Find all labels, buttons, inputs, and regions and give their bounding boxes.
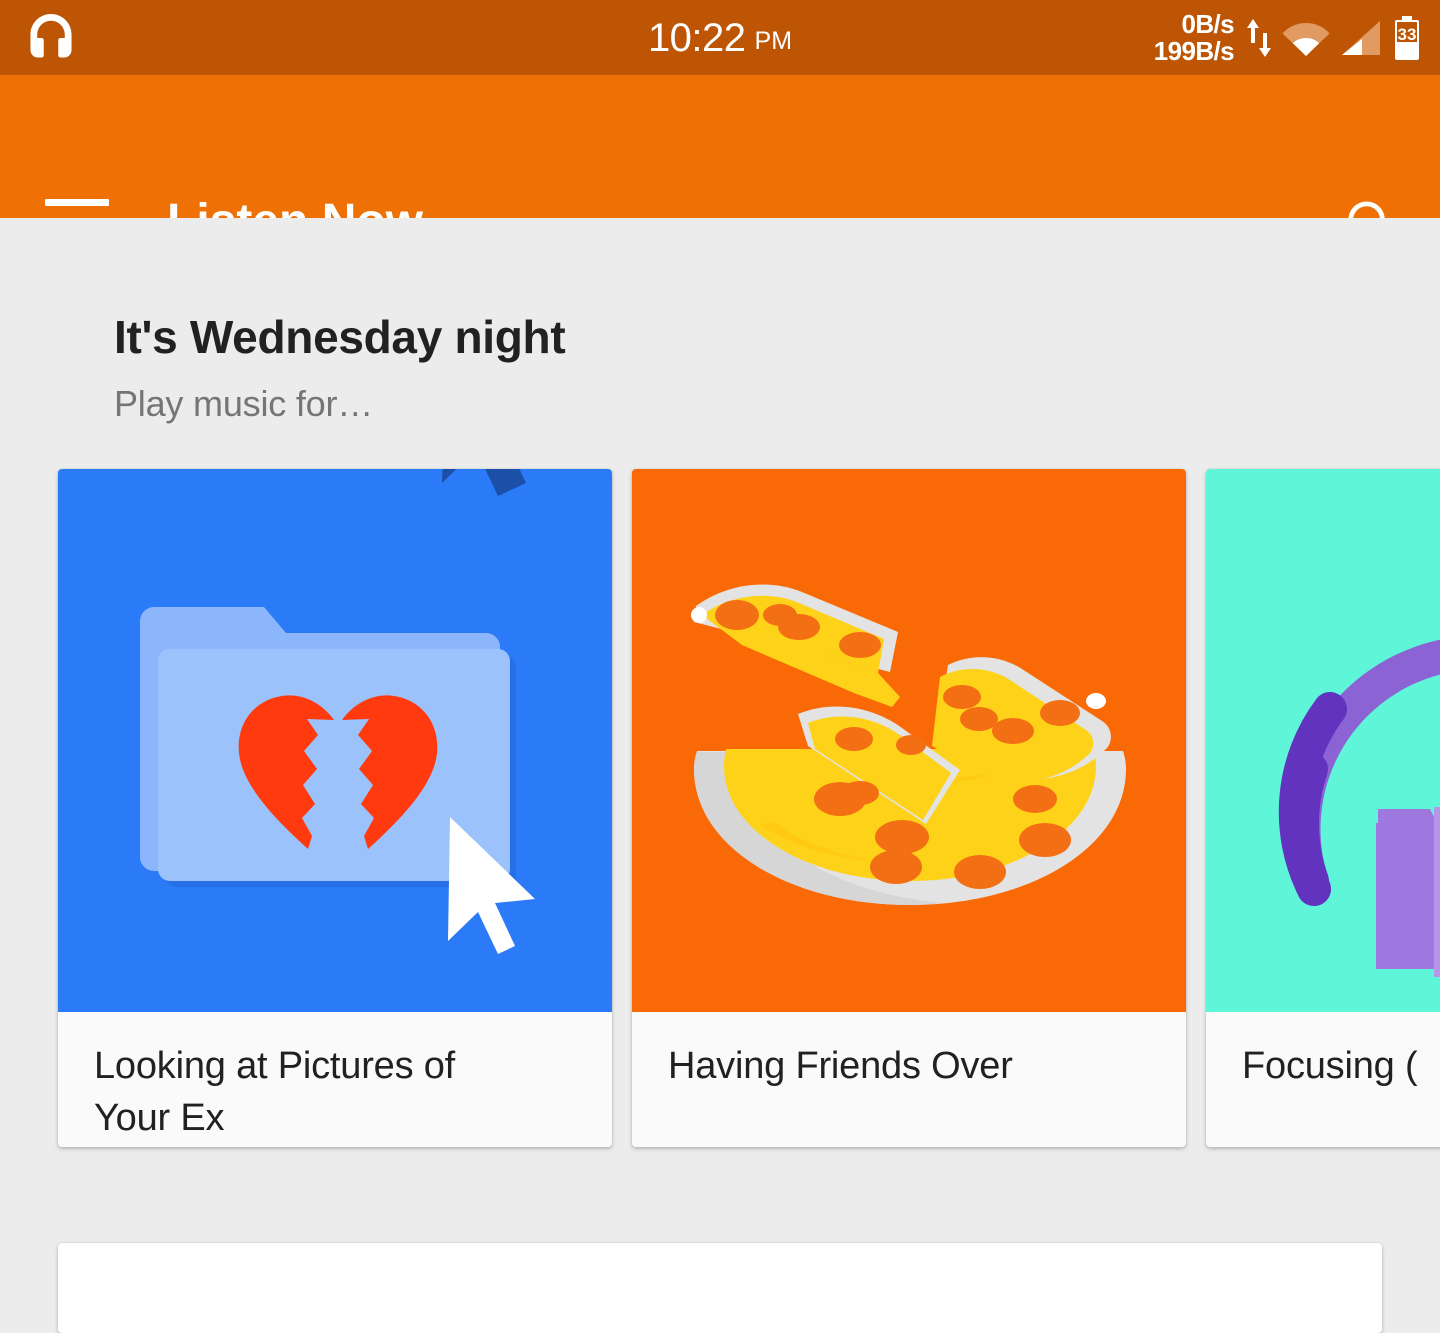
network-speed-indicator: 0B/s 199B/s bbox=[1153, 8, 1235, 66]
playlist-card-label: Looking at Pictures of Your Ex bbox=[94, 1045, 456, 1139]
pizza-slices-art bbox=[632, 469, 1186, 1012]
cell-signal-icon bbox=[1342, 20, 1380, 55]
next-section-card[interactable] bbox=[58, 1243, 1382, 1333]
hamburger-bar-1 bbox=[45, 199, 109, 206]
section-header: It's Wednesday night Play music for… bbox=[114, 310, 566, 425]
status-bar: 10:22 PM 0B/s 199B/s 33 bbox=[0, 0, 1440, 75]
network-download-rate: 199B/s bbox=[1153, 35, 1235, 66]
clock-time: 10:22 bbox=[647, 15, 746, 60]
wifi-icon bbox=[1282, 22, 1330, 56]
playlist-card[interactable]: Having Friends Over bbox=[632, 469, 1186, 1147]
playlist-card-label: Focusing ( bbox=[1242, 1045, 1418, 1087]
clock-ampm: PM bbox=[754, 27, 793, 55]
section-subtitle: Play music for… bbox=[114, 383, 374, 424]
network-upload-rate: 0B/s bbox=[1181, 8, 1234, 39]
status-bar-indicators: 0B/s 199B/s 33 bbox=[1154, 0, 1422, 75]
playlist-card-label: Having Friends Over bbox=[668, 1045, 1013, 1087]
sync-arrows-icon bbox=[1247, 18, 1271, 57]
playlist-card[interactable]: Focusing ( bbox=[1206, 469, 1440, 1147]
situational-playlist-carousel[interactable]: Looking at Pictures of Your Ex Having Fr… bbox=[58, 469, 1440, 1147]
app-toolbar: Listen Now bbox=[0, 75, 1440, 248]
broken-heart-folder-art bbox=[58, 469, 612, 1012]
section-title: It's Wednesday night bbox=[114, 311, 566, 363]
listen-now-content: It's Wednesday night Play music for… Loo… bbox=[0, 218, 1440, 1333]
battery-level-text: 33 bbox=[1398, 25, 1417, 44]
headphones-scissors-art bbox=[1206, 469, 1440, 1012]
battery-icon: 33 bbox=[1395, 15, 1419, 60]
playlist-card[interactable]: Looking at Pictures of Your Ex bbox=[58, 469, 612, 1147]
